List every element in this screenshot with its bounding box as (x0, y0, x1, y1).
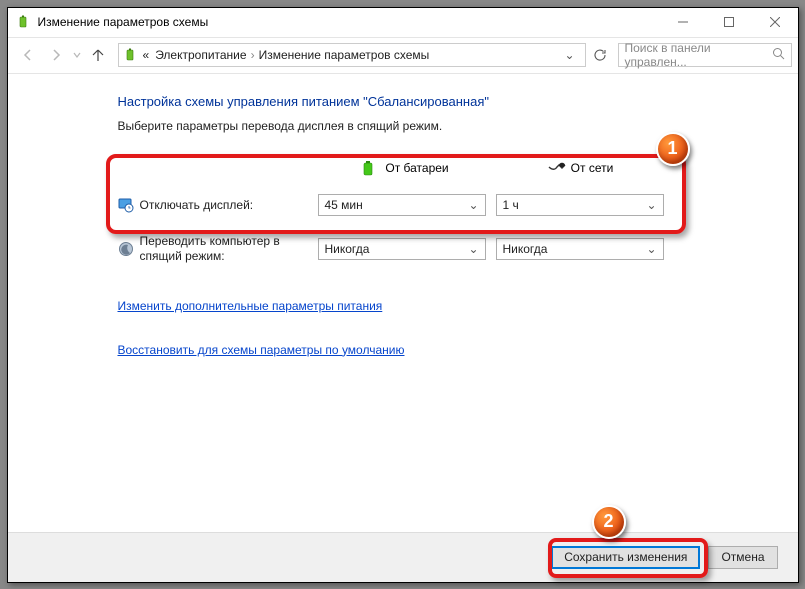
power-options-icon (123, 47, 139, 63)
display-battery-value: 45 мин (325, 198, 363, 212)
settings-grid: От батареи От сети Отключать дисплей: (118, 151, 678, 273)
row-display: Отключать дисплей: 45 мин ⌄ 1 ч ⌄ (118, 185, 678, 225)
maximize-button[interactable] (706, 7, 752, 37)
chevron-down-icon: ⌄ (646, 242, 656, 256)
page-subtitle: Выберите параметры перевода дисплея в сп… (118, 119, 770, 133)
chevron-down-icon: ⌄ (468, 198, 478, 212)
sleep-ac-select[interactable]: Никогда ⌄ (496, 238, 664, 260)
page-title: Настройка схемы управления питанием "Сба… (118, 94, 770, 109)
annotation-badge-2: 2 (592, 505, 626, 539)
save-button[interactable]: Сохранить изменения (551, 546, 700, 569)
sleep-icon (118, 241, 134, 257)
sleep-ac-value: Никогда (503, 242, 548, 256)
annotation-badge-1: 1 (656, 132, 690, 166)
window-controls (660, 7, 798, 37)
link-restore-defaults[interactable]: Восстановить для схемы параметры по умол… (118, 343, 405, 357)
row-sleep-label-cell: Переводить компьютер в спящий режим: (118, 234, 318, 264)
links-block: Изменить дополнительные параметры питани… (118, 299, 770, 373)
search-placeholder: Поиск в панели управлен... (625, 41, 772, 69)
close-button[interactable] (752, 7, 798, 37)
column-ac: От сети (493, 160, 668, 176)
row-display-label-cell: Отключать дисплей: (118, 197, 318, 213)
breadcrumb[interactable]: « Электропитание › Изменение параметров … (118, 43, 586, 67)
row-display-label: Отключать дисплей: (140, 198, 254, 212)
up-button[interactable] (84, 41, 112, 69)
content: Настройка схемы управления питанием "Сба… (8, 74, 798, 532)
link-advanced-settings[interactable]: Изменить дополнительные параметры питани… (118, 299, 383, 313)
grid-header: От батареи От сети (118, 151, 678, 185)
save-button-label: Сохранить изменения (564, 550, 687, 564)
footer: Сохранить изменения Отмена 2 (8, 532, 798, 582)
recent-dropdown[interactable] (70, 41, 84, 69)
titlebar: Изменение параметров схемы (8, 8, 798, 38)
cancel-button-label: Отмена (721, 550, 764, 564)
row-sleep-label: Переводить компьютер в спящий режим: (140, 234, 318, 264)
column-battery: От батареи (318, 160, 493, 176)
row-sleep: Переводить компьютер в спящий режим: Ник… (118, 225, 678, 273)
chevron-down-icon: ⌄ (468, 242, 478, 256)
navbar: « Электропитание › Изменение параметров … (8, 38, 798, 74)
sleep-battery-select[interactable]: Никогда ⌄ (318, 238, 486, 260)
display-battery-select[interactable]: 45 мин ⌄ (318, 194, 486, 216)
breadcrumb-root[interactable]: « (143, 48, 150, 62)
breadcrumb-item[interactable]: Электропитание (155, 48, 246, 62)
cancel-button[interactable]: Отмена (708, 546, 777, 569)
window: Изменение параметров схемы (7, 7, 799, 583)
window-title: Изменение параметров схемы (38, 15, 660, 29)
chevron-down-icon[interactable]: ⌄ (558, 48, 580, 62)
display-ac-select[interactable]: 1 ч ⌄ (496, 194, 664, 216)
refresh-button[interactable] (586, 48, 614, 62)
display-ac-value: 1 ч (503, 198, 519, 212)
search-input[interactable]: Поиск в панели управлен... (618, 43, 792, 67)
column-battery-label: От батареи (385, 161, 448, 175)
battery-icon (361, 160, 377, 176)
forward-button[interactable] (42, 41, 70, 69)
chevron-down-icon: ⌄ (646, 198, 656, 212)
sleep-battery-value: Никогда (325, 242, 370, 256)
column-ac-label: От сети (571, 161, 614, 175)
plug-icon (547, 160, 563, 176)
power-options-icon (16, 14, 32, 30)
search-icon (772, 47, 785, 63)
breadcrumb-item[interactable]: Изменение параметров схемы (259, 48, 430, 62)
monitor-clock-icon (118, 197, 134, 213)
chevron-right-icon: › (251, 48, 255, 62)
back-button[interactable] (14, 41, 42, 69)
minimize-button[interactable] (660, 7, 706, 37)
